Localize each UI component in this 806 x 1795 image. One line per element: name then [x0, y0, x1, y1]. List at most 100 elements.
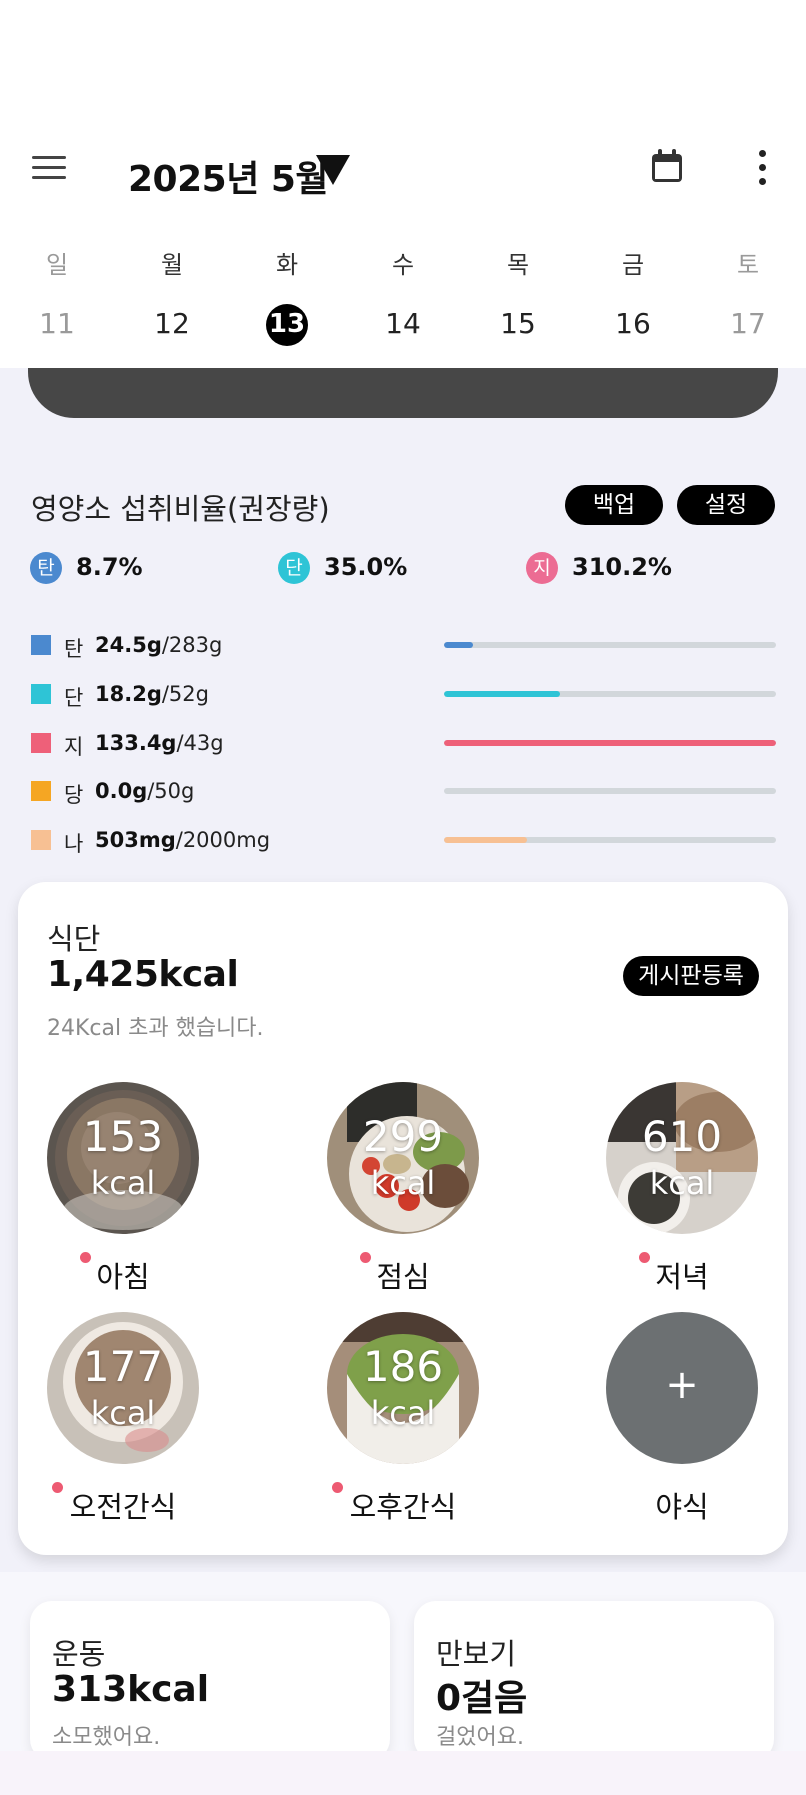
morning-snack-photo: 177 kcal — [47, 1312, 199, 1464]
date-number: 11 — [39, 307, 75, 340]
meal-morning-snack[interactable]: 177 kcal 오전간식 — [47, 1312, 199, 1542]
pedometer-card[interactable]: 만보기 0걸음 걸었어요. — [414, 1601, 774, 1761]
meal-name: 오전간식 — [69, 1490, 177, 1524]
add-late-night-button[interactable]: + — [606, 1312, 758, 1464]
nutrition-title: 영양소 섭취비율(권장량) — [31, 492, 330, 526]
weekday-label: 화 — [275, 251, 299, 279]
meal-name: 야식 — [655, 1490, 709, 1524]
weekday-label: 토 — [736, 251, 760, 279]
nutrient-label: 지 — [64, 735, 84, 759]
meal-name: 점심 — [376, 1260, 430, 1294]
meal-lunch[interactable]: 299 kcal 점심 — [327, 1082, 479, 1312]
progress-fill — [444, 837, 527, 843]
pedometer-title: 만보기 — [436, 1637, 517, 1671]
progress-track — [444, 691, 776, 697]
meal-breakfast[interactable]: 153 kcal 아침 — [47, 1082, 199, 1312]
kcal-unit: kcal — [370, 1164, 436, 1202]
progress-track — [444, 837, 776, 843]
meal-card-title: 식단 — [47, 922, 101, 956]
weekday-label: 월 — [160, 251, 184, 279]
meal-dinner[interactable]: 610 kcal 저녁 — [606, 1082, 758, 1312]
kcal-value: 177 — [82, 1342, 164, 1391]
weekday-label: 목 — [506, 251, 530, 279]
meal-note: 24Kcal 초과 했습니다. — [47, 1016, 264, 1041]
fat-badge: 지 — [526, 552, 558, 584]
app-header: 2025년 5월 일 11 월 12 화 13 수 14 목 15 금 16 토… — [0, 0, 806, 368]
exercise-sub: 소모했어요. — [52, 1725, 161, 1750]
progress-fill — [444, 740, 776, 746]
post-to-board-button[interactable]: 게시판등록 — [623, 956, 759, 996]
kcal-unit: kcal — [90, 1164, 156, 1202]
nutrient-label: 단 — [64, 686, 84, 710]
progress-track — [444, 740, 776, 746]
date-number: 16 — [615, 307, 651, 340]
carb-badge: 탄 — [30, 552, 62, 584]
legend-swatch — [31, 733, 51, 753]
date-number: 17 — [730, 307, 766, 340]
kcal-unit: kcal — [90, 1394, 156, 1432]
progress-track — [444, 642, 776, 648]
protein-ratio-value: 35.0% — [324, 553, 408, 581]
date-number: 12 — [154, 307, 190, 340]
legend-swatch — [31, 830, 51, 850]
progress-fill — [444, 642, 473, 648]
legend-swatch — [31, 684, 51, 704]
nutrient-amount: 18.2g/52g — [95, 682, 209, 706]
kcal-unit: kcal — [370, 1394, 436, 1432]
breakfast-photo: 153 kcal — [47, 1082, 199, 1234]
exercise-value: 313kcal — [52, 1669, 210, 1710]
kcal-unit: kcal — [649, 1164, 715, 1202]
meal-name: 아침 — [96, 1260, 150, 1294]
weekday-label: 금 — [621, 251, 645, 279]
pedometer-value: 0걸음 — [436, 1678, 528, 1719]
nutrient-row-sugar: 당 0.0g/50g — [31, 779, 778, 807]
nutrient-row-fat: 지 133.4g/43g — [31, 731, 778, 759]
nutrient-row-carb: 탄 24.5g/283g — [31, 633, 778, 661]
carb-ratio-value: 8.7% — [76, 553, 143, 581]
date-number: 15 — [500, 307, 536, 340]
nutrient-label: 탄 — [64, 637, 84, 661]
month-title[interactable]: 2025년 5월 — [128, 150, 329, 202]
nutrient-label: 나 — [64, 832, 84, 856]
nutrient-label: 당 — [64, 783, 84, 807]
legend-swatch — [31, 781, 51, 801]
nutrient-amount: 133.4g/43g — [95, 731, 224, 755]
hamburger-menu-icon[interactable] — [32, 152, 68, 182]
triangle-down-icon[interactable] — [316, 155, 350, 185]
meal-late-night[interactable]: + 야식 — [606, 1312, 758, 1542]
nutrient-row-protein: 단 18.2g/52g — [31, 682, 778, 710]
date-number: 14 — [385, 307, 421, 340]
system-nav-bar — [0, 1751, 806, 1795]
week-strip: 일 11 월 12 화 13 수 14 목 15 금 16 토 17 — [0, 245, 806, 355]
nutrient-row-sodium: 나 503mg/2000mg — [31, 828, 778, 856]
nutrient-amount: 503mg/2000mg — [95, 828, 271, 852]
progress-track — [444, 788, 776, 794]
kcal-value: 610 — [641, 1112, 723, 1161]
meal-afternoon-snack[interactable]: 186 kcal 오후간식 — [327, 1312, 479, 1542]
kcal-value: 299 — [362, 1112, 444, 1161]
exercise-card[interactable]: 운동 313kcal 소모했어요. — [30, 1601, 390, 1761]
weekday-label: 수 — [391, 251, 415, 279]
dinner-photo: 610 kcal — [606, 1082, 758, 1234]
protein-badge: 단 — [278, 552, 310, 584]
settings-button[interactable]: 설정 — [677, 485, 775, 525]
plus-icon: + — [665, 1362, 699, 1408]
meal-name: 오후간식 — [349, 1490, 457, 1524]
more-vertical-icon[interactable] — [756, 150, 768, 186]
meal-total-kcal: 1,425kcal — [47, 954, 239, 995]
nutrient-amount: 24.5g/283g — [95, 633, 223, 657]
weekday-label: 일 — [45, 251, 69, 279]
calendar-icon[interactable] — [650, 148, 684, 188]
fat-ratio-value: 310.2% — [572, 553, 672, 581]
afternoon-snack-photo: 186 kcal — [327, 1312, 479, 1464]
kcal-value: 186 — [362, 1342, 444, 1391]
backup-button[interactable]: 백업 — [565, 485, 663, 525]
exercise-title: 운동 — [52, 1637, 106, 1671]
progress-fill — [444, 691, 561, 697]
meal-name: 저녁 — [655, 1260, 709, 1294]
pedometer-sub: 걸었어요. — [436, 1725, 524, 1750]
kcal-value: 153 — [82, 1112, 164, 1161]
date-number: 13 — [268, 309, 306, 339]
nutrient-amount: 0.0g/50g — [95, 779, 195, 803]
legend-swatch — [31, 635, 51, 655]
